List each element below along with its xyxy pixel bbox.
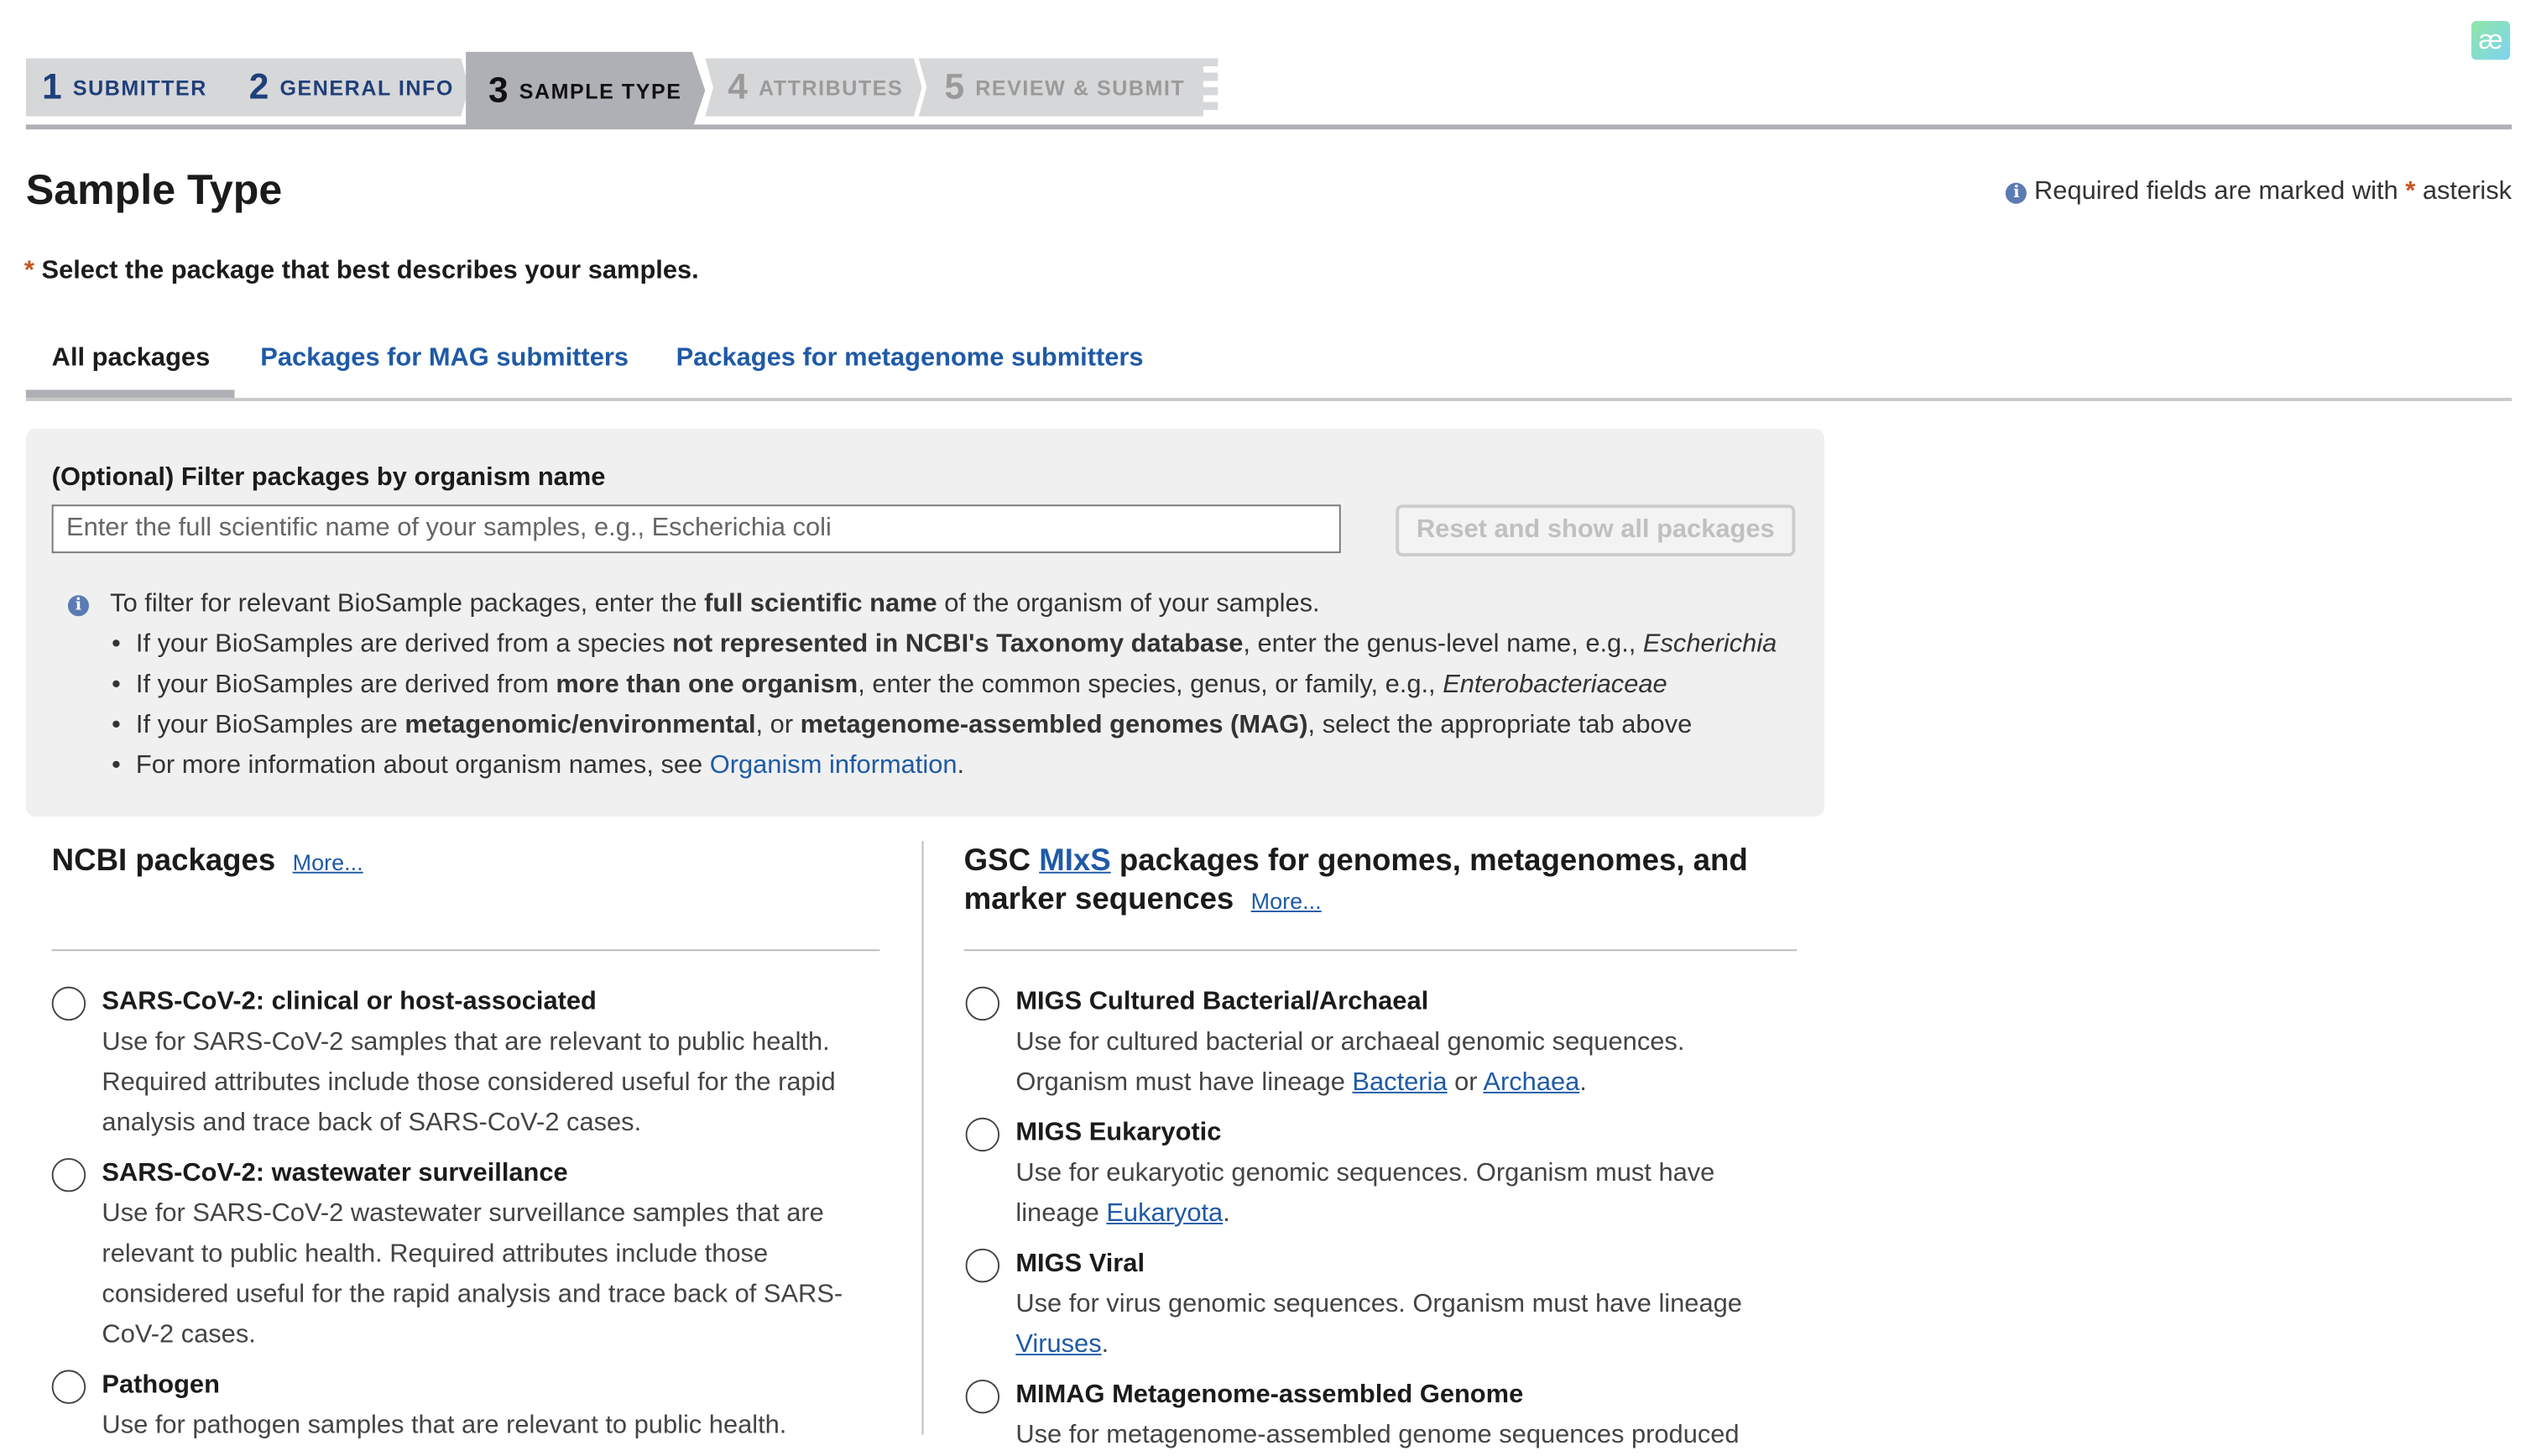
package-sars-clinical: SARS-CoV-2: clinical or host-associated U… <box>102 988 836 1137</box>
app-logo-icon: æ <box>2471 21 2511 60</box>
package-tabs: All packages Packages for MAG submitters… <box>25 337 2513 401</box>
step-attributes[interactable]: 4 ATTRIBUTES <box>705 58 921 116</box>
divider <box>963 949 1798 952</box>
ncbi-more-link[interactable]: More... <box>293 849 363 875</box>
organism-filter-input[interactable] <box>51 504 1341 554</box>
package-migs-eukaryotic: MIGS Eukaryotic Use for eukaryotic genomi… <box>1015 1119 1715 1228</box>
bullet-metagenomic: If your BioSamples are metagenomic/envir… <box>112 712 1692 741</box>
radio-mimag[interactable] <box>965 1379 1000 1414</box>
step-label: REVIEW & SUBMIT <box>975 75 1186 100</box>
bullet-multiple-organisms: If your BioSamples are derived from more… <box>112 671 1667 701</box>
bullet-taxonomy: If your BioSamples are derived from a sp… <box>112 631 1777 660</box>
asterisk-icon: * <box>23 257 34 285</box>
step-review-submit[interactable]: 5 REVIEW & SUBMIT <box>918 58 1207 117</box>
radio-sars-wastewater[interactable] <box>51 1157 86 1192</box>
step-number: 2 <box>248 66 270 107</box>
tab-metagenome-submitters[interactable]: Packages for metagenome submitters <box>676 345 1144 374</box>
package-mimag: MIMAG Metagenome-assembled Genome Use for… <box>1015 1380 1740 1449</box>
bacteria-link[interactable]: Bacteria <box>1352 1069 1447 1097</box>
eukaryota-link[interactable]: Eukaryota <box>1106 1200 1223 1228</box>
radio-migs-eukaryotic[interactable] <box>965 1117 1000 1152</box>
package-migs-bacterial: MIGS Cultured Bacterial/Archaeal Use for … <box>1015 988 1685 1097</box>
radio-sars-clinical[interactable] <box>51 986 86 1021</box>
step-general-info[interactable]: 2 GENERAL INFO <box>227 58 469 116</box>
ncbi-heading: NCBI packages More... <box>51 844 363 879</box>
prompt-text: Select the package that best describes y… <box>41 257 699 285</box>
package-pathogen: Pathogen Use for pathogen samples that ar… <box>102 1371 787 1440</box>
step-label: ATTRIBUTES <box>758 75 904 100</box>
filter-panel: (Optional) Filter packages by organism n… <box>25 428 1824 817</box>
package-prompt: * Select the package that best describes… <box>24 257 699 286</box>
stepper-edge <box>1203 58 1218 117</box>
step-number: 5 <box>944 66 966 107</box>
asterisk-icon: * <box>2405 178 2416 206</box>
package-sars-wastewater: SARS-CoV-2: wastewater surveillance Use f… <box>102 1159 843 1349</box>
step-label: GENERAL INFO <box>279 75 454 100</box>
info-icon: i <box>2006 182 2027 204</box>
step-number: 3 <box>488 69 510 111</box>
stepper-baseline <box>25 124 2513 130</box>
organism-information-link[interactable]: Organism information <box>710 752 958 780</box>
step-label: SAMPLE TYPE <box>519 78 682 103</box>
step-sample-type[interactable]: 3 SAMPLE TYPE <box>466 52 705 130</box>
package-migs-viral: MIGS Viral Use for virus genomic sequence… <box>1015 1250 1742 1359</box>
viruses-link[interactable]: Viruses <box>1015 1331 1101 1359</box>
radio-migs-viral[interactable] <box>965 1248 1000 1283</box>
tab-mag-submitters[interactable]: Packages for MAG submitters <box>260 345 629 374</box>
filter-label: (Optional) Filter packages by organism n… <box>51 464 606 492</box>
step-number: 4 <box>728 66 749 107</box>
active-tab-indicator <box>25 389 235 399</box>
step-submitter[interactable]: 1 SUBMITTER <box>26 58 243 116</box>
required-text: Required fields are marked with <box>2034 178 2398 206</box>
mixs-link[interactable]: MIxS <box>1039 844 1110 878</box>
gsc-heading: GSC MIxS packages for genomes, metagenom… <box>963 844 1748 917</box>
reset-button[interactable]: Reset and show all packages <box>1396 504 1796 556</box>
gsc-more-link[interactable]: More... <box>1251 888 1322 914</box>
required-note: i Required fields are marked with * aste… <box>2006 178 2512 207</box>
step-label: SUBMITTER <box>72 75 207 100</box>
filter-info: i To filter for relevant BioSample packa… <box>67 590 1320 619</box>
required-text-end: asterisk <box>2422 178 2513 206</box>
page-title: Sample Type <box>25 164 283 214</box>
bullet-organism-info: For more information about organism name… <box>112 752 964 781</box>
radio-pathogen[interactable] <box>51 1370 86 1404</box>
info-icon: i <box>67 595 90 617</box>
page: 1 SUBMITTER 2 GENERAL INFO 3 SAMPLE TYPE 4A… <box>0 0 2536 1449</box>
column-divider <box>921 841 924 1435</box>
radio-migs-bacterial[interactable] <box>965 986 1000 1021</box>
step-number: 1 <box>42 66 64 107</box>
archaea-link[interactable]: Archaea <box>1483 1069 1579 1097</box>
divider <box>51 949 880 952</box>
tab-all-packages[interactable]: All packages <box>52 345 211 374</box>
